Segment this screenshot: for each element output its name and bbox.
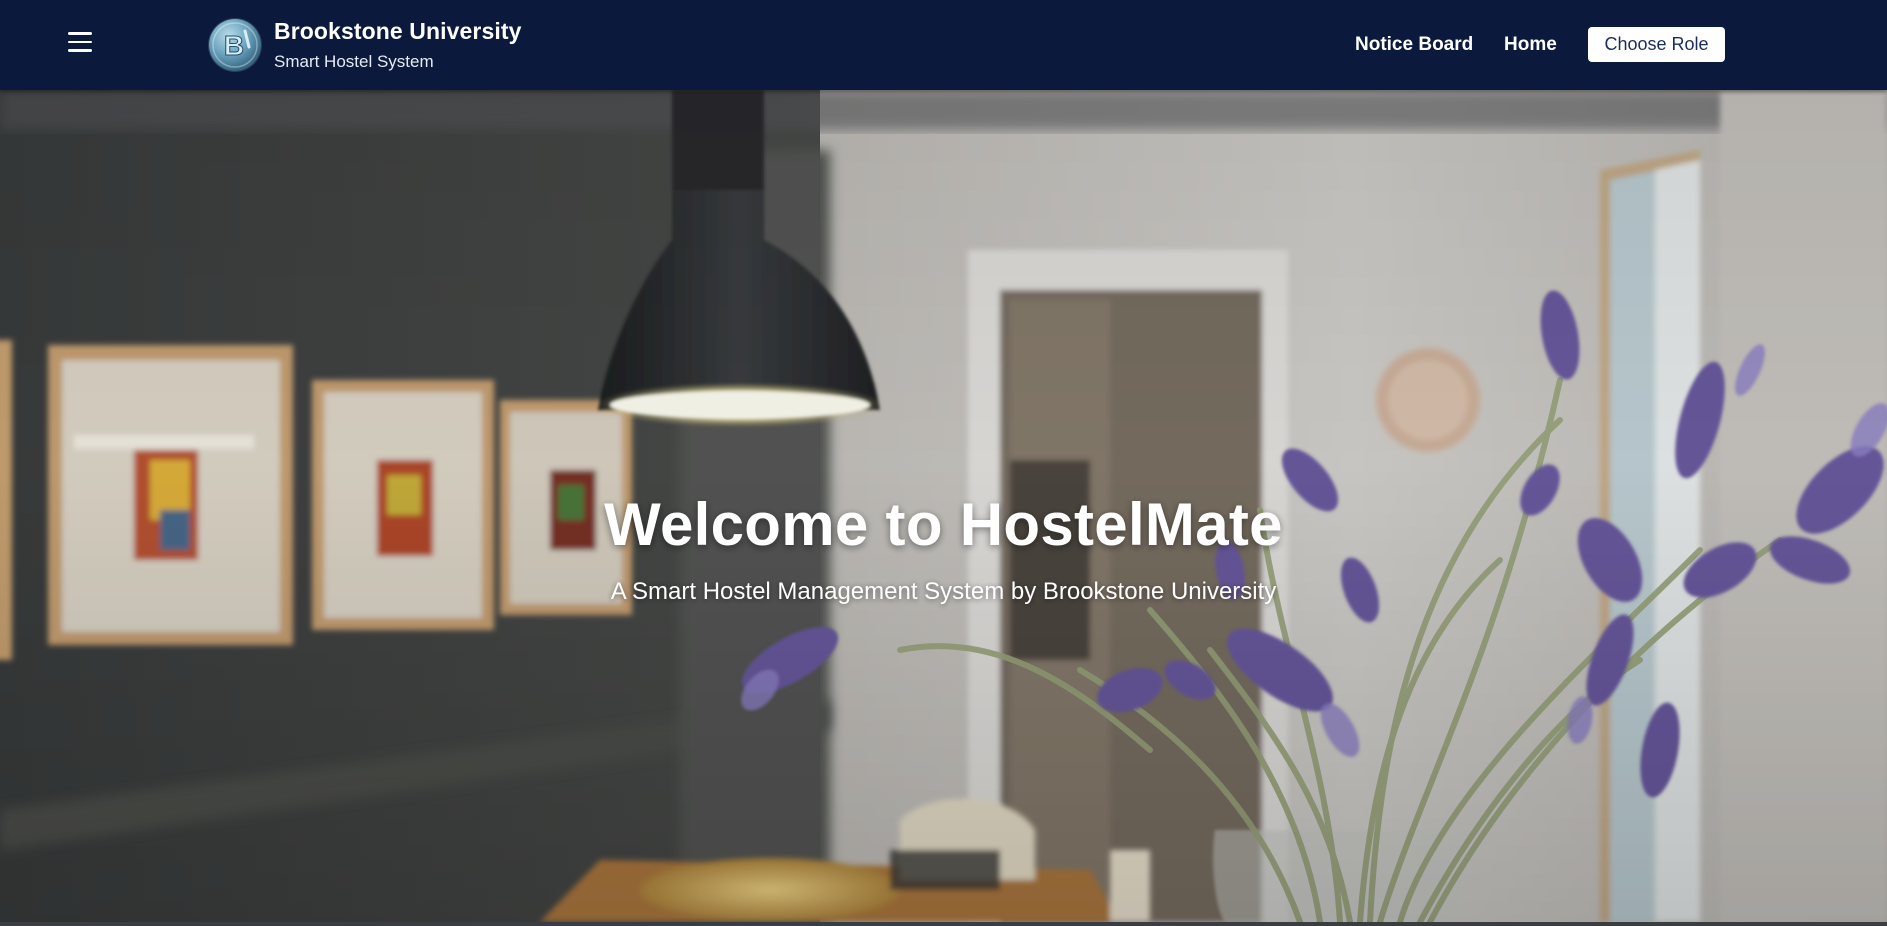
menu-bar bbox=[68, 32, 92, 35]
hamburger-menu-icon[interactable] bbox=[64, 28, 96, 56]
nav-link-notice-board[interactable]: Notice Board bbox=[1355, 34, 1473, 56]
university-logo[interactable]: B bbox=[209, 19, 261, 71]
svg-text:B: B bbox=[224, 30, 244, 61]
page-bottom-edge bbox=[0, 922, 1887, 926]
hero-title: Welcome to HostelMate bbox=[604, 491, 1283, 558]
choose-role-button[interactable]: Choose Role bbox=[1588, 27, 1725, 62]
hero-subtitle: A Smart Hostel Management System by Broo… bbox=[610, 578, 1277, 605]
nav-link-home[interactable]: Home bbox=[1504, 34, 1557, 56]
brand-title: Brookstone University bbox=[274, 18, 522, 44]
menu-bar bbox=[68, 49, 92, 52]
brand-subtitle: Smart Hostel System bbox=[274, 52, 434, 71]
menu-bar bbox=[68, 40, 92, 44]
top-navbar: B Brookstone University Smart Hostel Sys… bbox=[0, 0, 1887, 90]
hero-section: Welcome to HostelMate A Smart Hostel Man… bbox=[0, 90, 1887, 922]
